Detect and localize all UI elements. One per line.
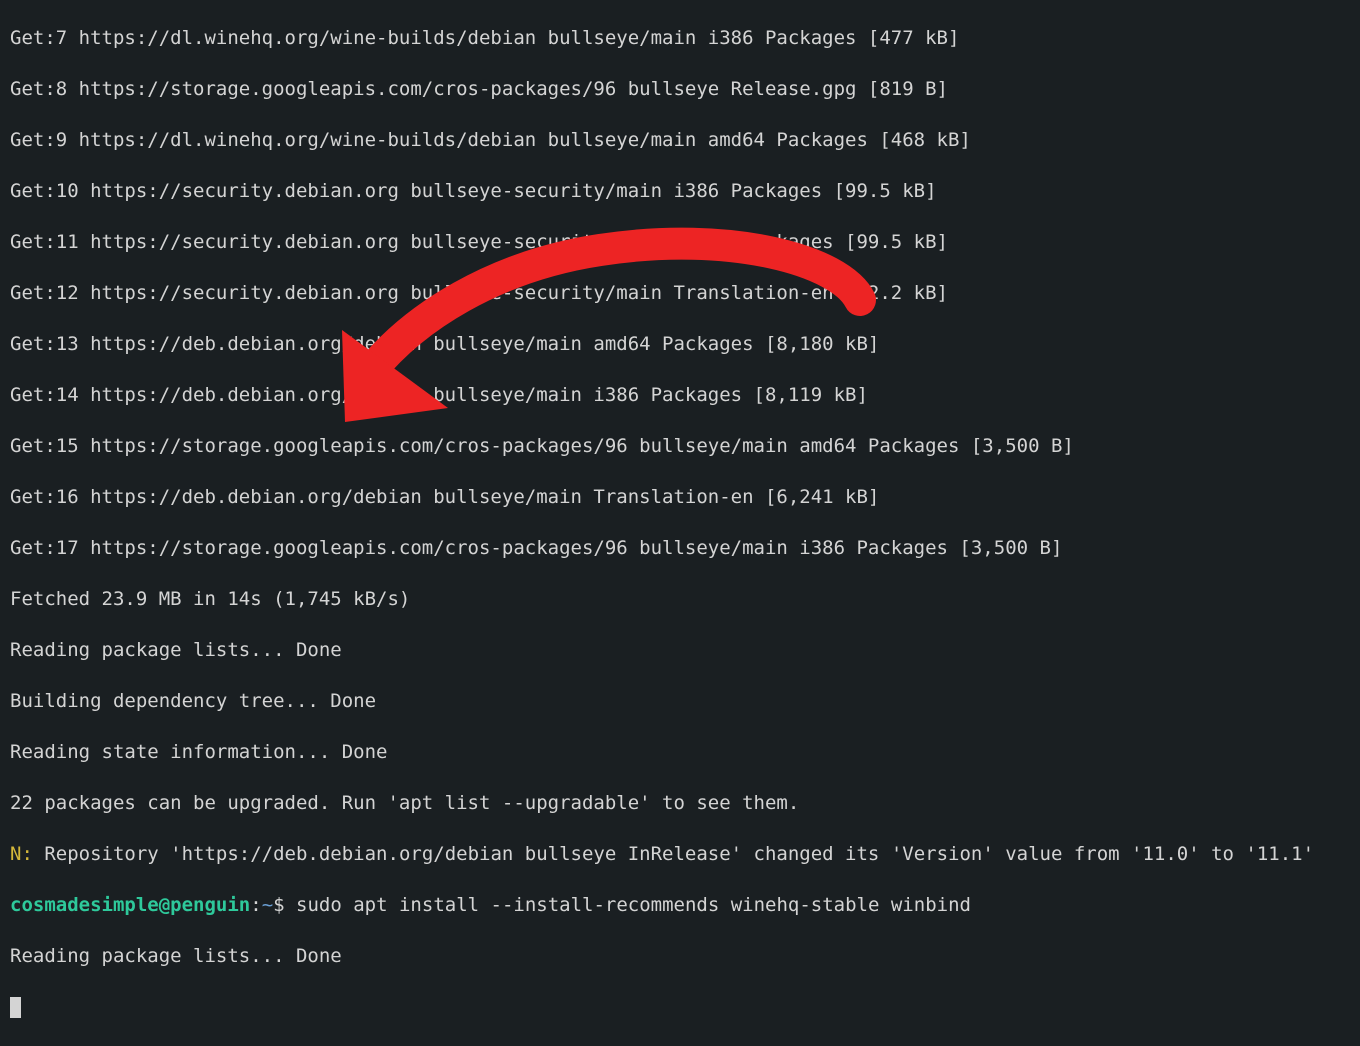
output-line: Get:16 https://deb.debian.org/debian bul… (10, 485, 1350, 511)
output-line: Get:15 https://storage.googleapis.com/cr… (10, 434, 1350, 460)
output-line: Get:17 https://storage.googleapis.com/cr… (10, 536, 1350, 562)
output-line: Get:8 https://storage.googleapis.com/cro… (10, 77, 1350, 103)
prompt-at: @ (159, 894, 170, 916)
output-line: Reading state information... Done (10, 740, 1350, 766)
notice-prefix: N: (10, 843, 33, 865)
output-line: Reading package lists... Done (10, 944, 1350, 970)
cursor-block (10, 997, 21, 1018)
prompt-user: cosmadesimple (10, 894, 159, 916)
notice-line: N: Repository 'https://deb.debian.org/de… (10, 842, 1350, 868)
output-line: Get:14 https://deb.debian.org/debian bul… (10, 383, 1350, 409)
output-line: Get:10 https://security.debian.org bulls… (10, 179, 1350, 205)
terminal-output[interactable]: Get:7 https://dl.winehq.org/wine-builds/… (0, 0, 1360, 1046)
output-line: Get:12 https://security.debian.org bulls… (10, 281, 1350, 307)
prompt-symbol: $ (273, 894, 296, 916)
prompt-colon: : (250, 894, 261, 916)
cursor-line (10, 995, 1350, 1021)
output-line: Get:11 https://security.debian.org bulls… (10, 230, 1350, 256)
output-line: Reading package lists... Done (10, 638, 1350, 664)
prompt-path: ~ (262, 894, 273, 916)
prompt-host: penguin (170, 894, 250, 916)
output-line: Get:9 https://dl.winehq.org/wine-builds/… (10, 128, 1350, 154)
output-line: Get:13 https://deb.debian.org/debian bul… (10, 332, 1350, 358)
output-line: Fetched 23.9 MB in 14s (1,745 kB/s) (10, 587, 1350, 613)
notice-text: Repository 'https://deb.debian.org/debia… (33, 843, 1314, 865)
prompt-line[interactable]: cosmadesimple@penguin:~$ sudo apt instal… (10, 893, 1350, 919)
command-text: sudo apt install --install-recommends wi… (296, 894, 971, 916)
output-line: 22 packages can be upgraded. Run 'apt li… (10, 791, 1350, 817)
output-line: Get:7 https://dl.winehq.org/wine-builds/… (10, 26, 1350, 52)
output-line: Building dependency tree... Done (10, 689, 1350, 715)
